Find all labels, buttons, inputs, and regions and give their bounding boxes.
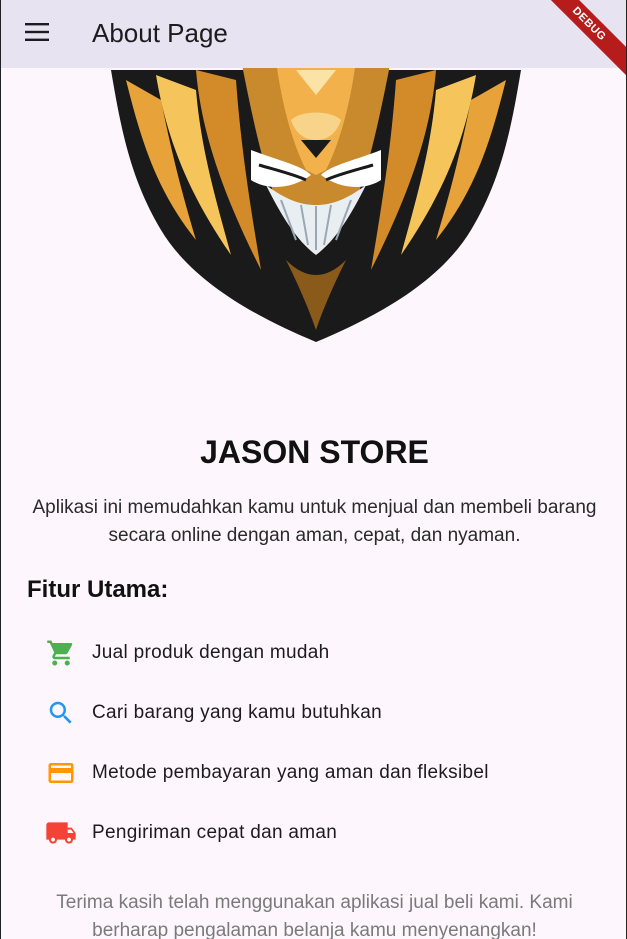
feature-label: Cari barang yang kamu butuhkan [92, 702, 382, 723]
menu-icon [25, 22, 49, 46]
feature-item-shipping: Pengiriman cepat dan aman [45, 813, 337, 853]
feature-label: Pengiriman cepat dan aman [92, 822, 338, 843]
feature-label: Metode pembayaran yang aman dan fleksibe… [92, 762, 489, 783]
credit-card-icon [45, 757, 77, 789]
thank-you-message: Terima kasih telah menggunakan aplikasi … [56, 892, 573, 939]
feature-item-search: Cari barang yang kamu butuhkan [45, 693, 382, 733]
feature-item-payment: Metode pembayaran yang aman dan fleksibe… [45, 753, 489, 793]
store-name: JASON STORE [200, 434, 429, 470]
search-icon [45, 697, 77, 729]
menu-button[interactable] [15, 14, 59, 54]
store-description: Aplikasi ini memudahkan kamu untuk menju… [32, 497, 597, 546]
feature-item-sell: Jual produk dengan mudah [45, 633, 329, 673]
lion-head-logo [101, 40, 531, 350]
shopping-cart-icon [45, 637, 77, 669]
page-title: About Page [92, 18, 228, 48]
features-heading: Fitur Utama: [27, 576, 169, 603]
feature-label: Jual produk dengan mudah [92, 642, 330, 663]
app-bar: About Page [1, 0, 626, 68]
about-screen: About Page DEBUG JASON STORE Aplikasi in… [0, 0, 627, 939]
delivery-truck-icon [45, 817, 77, 849]
